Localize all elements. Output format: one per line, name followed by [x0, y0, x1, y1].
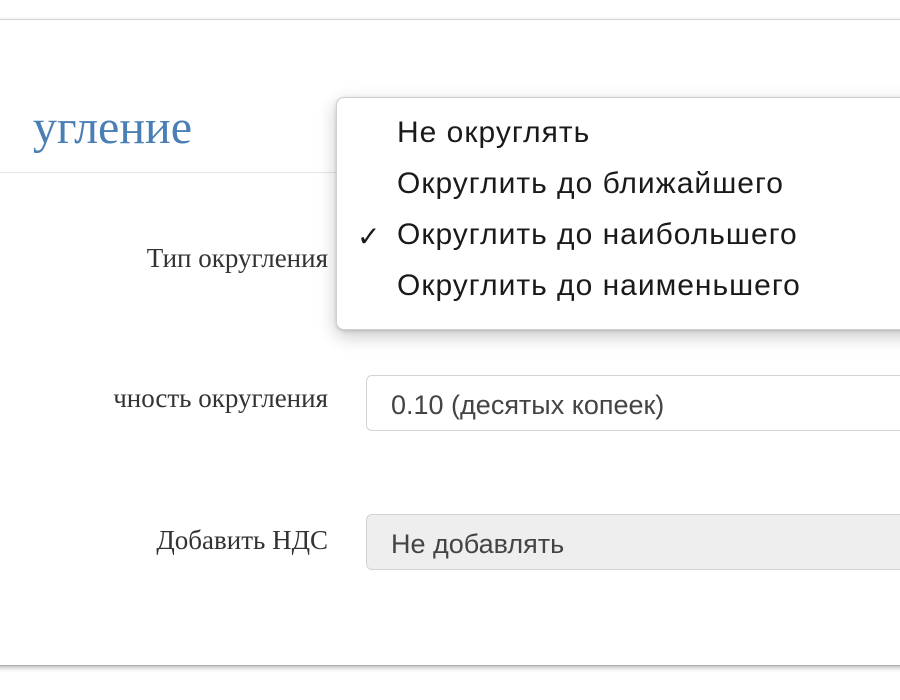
- dropdown-option-no-rounding[interactable]: Не округлять: [337, 116, 900, 168]
- rounding-type-label: Тип округления: [146, 243, 328, 273]
- dropdown-option-round-down[interactable]: Округлить до наименьшего: [337, 269, 900, 321]
- rounding-type-dropdown-menu[interactable]: Не округлять Округлить до ближайшего ✓ О…: [336, 97, 900, 330]
- checkmark-icon: ✓: [357, 221, 382, 252]
- dropdown-option-round-up[interactable]: ✓ Округлить до наибольшего: [337, 218, 900, 270]
- dropdown-option-round-nearest[interactable]: Округлить до ближайшего: [337, 167, 900, 219]
- option-label: Округлить до наибольшего: [397, 218, 798, 251]
- add-vat-label: Добавить НДС: [156, 525, 328, 555]
- rounding-precision-label: чность округления: [113, 383, 328, 413]
- option-label: Округлить до наименьшего: [397, 269, 801, 302]
- section-title: угление: [32, 101, 192, 154]
- option-label: Не округлять: [397, 116, 591, 149]
- rounding-precision-select[interactable]: 0.10 (десятых копеек): [366, 375, 900, 431]
- add-vat-select[interactable]: Не добавлять: [366, 514, 900, 570]
- option-label: Округлить до ближайшего: [397, 167, 784, 200]
